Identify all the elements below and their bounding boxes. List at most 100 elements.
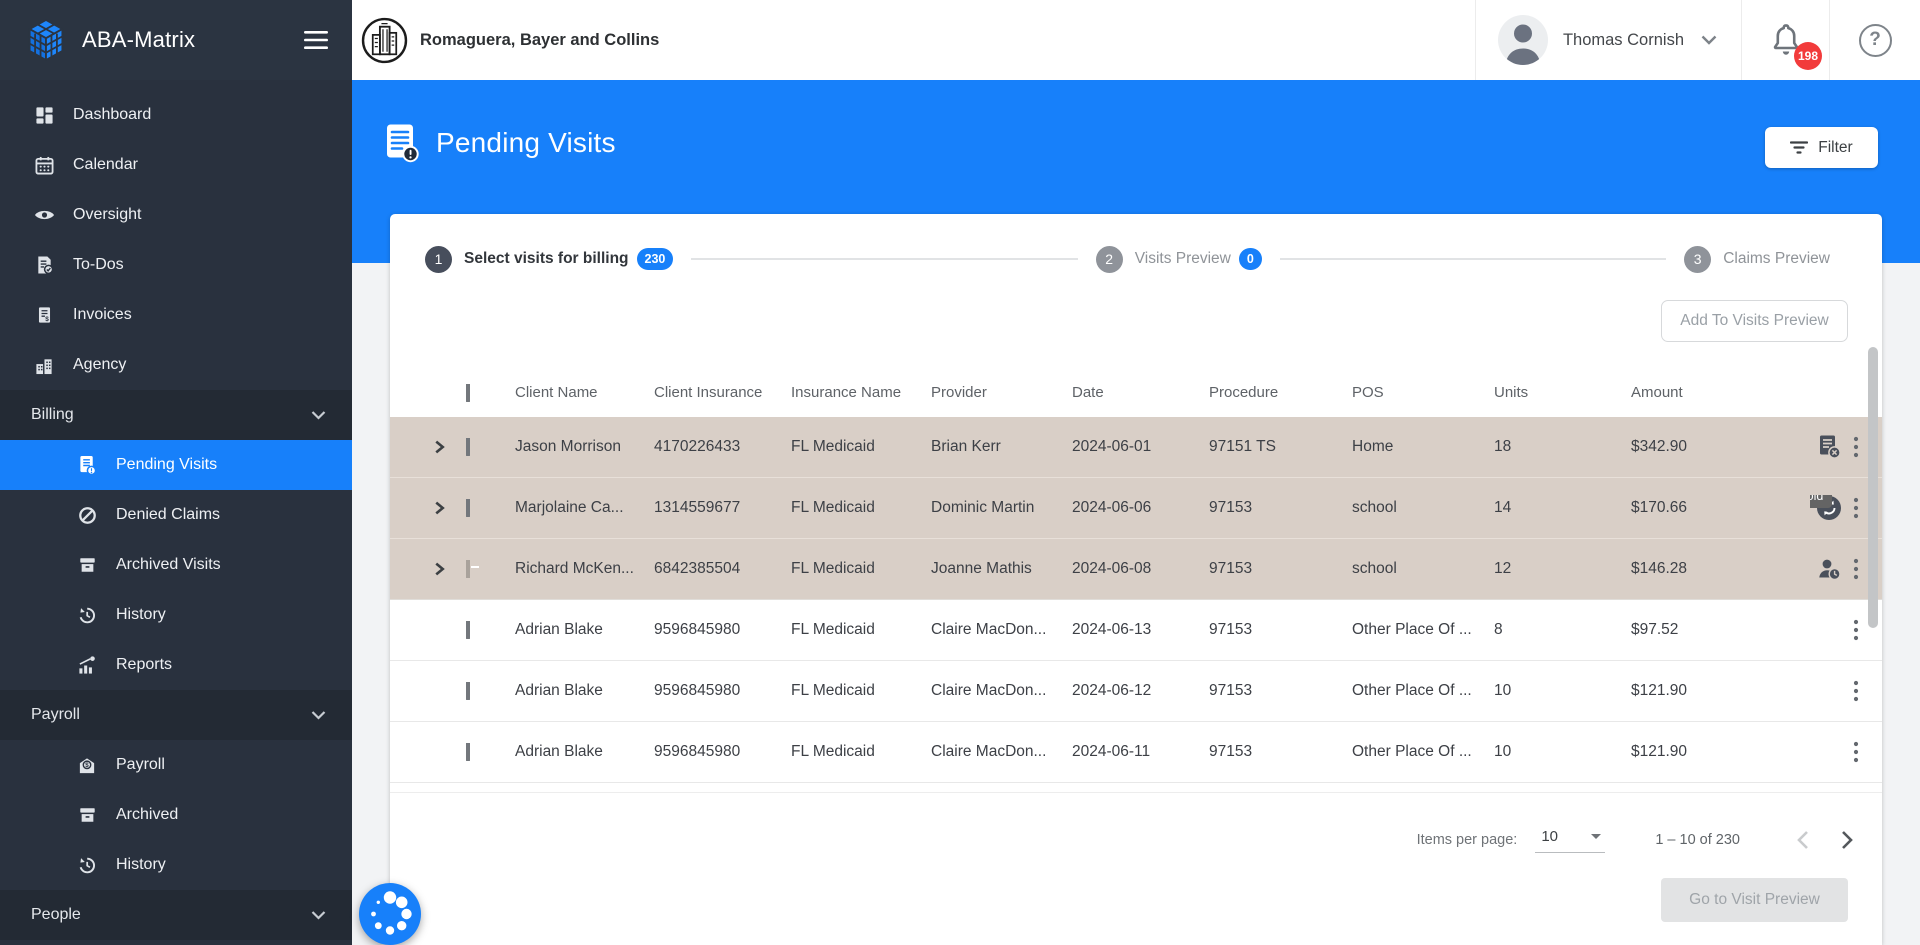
go-to-visit-preview-button[interactable]: Go to Visit Preview <box>1661 878 1848 922</box>
billing-stepper: 1 Select visits for billing230 2 Visits … <box>425 245 1830 273</box>
row-checkbox[interactable] <box>466 438 470 456</box>
sidebar-item-archived[interactable]: Archived <box>0 790 352 840</box>
sidebar-item-dashboard[interactable]: Dashboard <box>0 90 352 140</box>
cell-insurance-name: FL Medicaid <box>791 621 931 639</box>
row-checkbox[interactable] <box>466 743 470 761</box>
cell-client-insurance: 9596845980 <box>654 621 791 639</box>
kebab-menu-icon[interactable] <box>1852 618 1860 642</box>
cell-provider: Claire MacDon... <box>931 621 1072 639</box>
help-button[interactable]: ? <box>1830 24 1920 57</box>
next-page-button[interactable] <box>1840 830 1854 850</box>
add-to-visits-preview-button[interactable]: Add To Visits Preview <box>1661 300 1848 342</box>
sidebar-item-payroll[interactable]: Payroll <box>0 690 352 740</box>
sidebar-item-denied-claims[interactable]: Denied Claims <box>0 490 352 540</box>
sidebar-item-archived-visits[interactable]: Archived Visits <box>0 540 352 590</box>
sidebar-item-label: Billing <box>31 406 311 424</box>
stepper-step-visits-preview[interactable]: 2 Visits Preview0 <box>1096 246 1262 273</box>
cell-amount: $342.90 <box>1631 438 1810 456</box>
sidebar-item-label: Pending Visits <box>116 456 217 474</box>
cell-provider: Brian Kerr <box>931 438 1072 456</box>
kebab-menu-icon[interactable] <box>1852 740 1860 764</box>
sidebar-item-reports[interactable]: Reports <box>0 640 352 690</box>
sidebar-item-label: To-Dos <box>73 256 124 274</box>
kebab-menu-icon[interactable] <box>1852 557 1860 581</box>
provider-time-icon[interactable] <box>1817 557 1842 582</box>
cell-client-name: Jason Morrison <box>515 438 654 456</box>
cell-units: 10 <box>1494 743 1631 761</box>
sidebar-item-agency[interactable]: Agency <box>0 340 352 390</box>
cell-procedure: 97153 <box>1209 499 1352 517</box>
cell-units: 10 <box>1494 682 1631 700</box>
sidebar-item-calendar[interactable]: Calendar <box>0 140 352 190</box>
row-checkbox[interactable] <box>466 621 470 639</box>
sidebar-item-label: History <box>116 856 166 874</box>
cell-provider: Dominic Martin <box>931 499 1072 517</box>
sidebar-item-history[interactable]: History <box>0 590 352 640</box>
cell-client-insurance: 9596845980 <box>654 682 791 700</box>
column-header-procedure: Procedure <box>1209 384 1352 401</box>
spinner-dots-icon <box>359 883 421 945</box>
reports-icon <box>76 656 98 675</box>
cell-pos: school <box>1352 560 1494 578</box>
void-icon[interactable]: Void <box>1816 495 1842 521</box>
vertical-scrollbar[interactable] <box>1868 347 1878 628</box>
sidebar-item-invoices[interactable]: $Invoices <box>0 290 352 340</box>
stepper-step-claims-preview[interactable]: 3 Claims Preview <box>1684 246 1830 273</box>
cell-insurance-name: FL Medicaid <box>791 499 931 517</box>
sidebar-item-history[interactable]: History <box>0 840 352 890</box>
table-row: Adrian Blake9596845980FL MedicaidClaire … <box>390 661 1882 722</box>
chevron-down-icon <box>1701 35 1717 45</box>
filter-button[interactable]: Filter <box>1765 127 1878 168</box>
company-name: Romaguera, Bayer and Collins <box>420 31 1475 50</box>
user-menu[interactable]: Thomas Cornish <box>1476 15 1741 65</box>
table-header: Client NameClient InsuranceInsurance Nam… <box>390 368 1882 417</box>
step-label: Claims Preview <box>1723 250 1830 268</box>
sidebar-item-pending-visits[interactable]: Pending Visits <box>0 440 352 490</box>
expand-row-chevron-right-icon[interactable] <box>433 562 466 576</box>
avatar <box>1498 15 1548 65</box>
table-row: Jason Morrison4170226433FL MedicaidBrian… <box>390 417 1882 478</box>
history-icon <box>76 856 98 875</box>
cell-provider: Claire MacDon... <box>931 682 1072 700</box>
cell-insurance-name: FL Medicaid <box>791 560 931 578</box>
row-checkbox[interactable] <box>466 499 470 517</box>
notifications-button[interactable]: 198 <box>1742 23 1829 57</box>
cell-procedure: 97153 <box>1209 621 1352 639</box>
calendar-icon <box>33 156 55 175</box>
help-icon: ? <box>1859 24 1892 57</box>
sidebar-item-billing[interactable]: Billing <box>0 390 352 440</box>
cell-checkbox <box>466 621 515 639</box>
topbar-right: Thomas Cornish 198 ? <box>1475 0 1920 80</box>
column-header-insurance-name: Insurance Name <box>791 384 931 401</box>
row-checkbox[interactable] <box>466 682 470 700</box>
chevron-down-icon <box>311 411 326 420</box>
select-all-checkbox[interactable] <box>466 384 470 402</box>
expand-row-chevron-right-icon[interactable] <box>433 501 466 515</box>
expand-row-chevron-right-icon[interactable] <box>433 440 466 454</box>
hamburger-menu-icon[interactable] <box>304 31 328 49</box>
cell-pos: Other Place Of ... <box>1352 621 1494 639</box>
svg-text:$: $ <box>85 762 89 769</box>
column-header-client-insurance: Client Insurance <box>654 384 791 401</box>
denied-claims-icon <box>76 506 98 525</box>
row-checkbox[interactable] <box>466 560 470 578</box>
sidebar-item-people[interactable]: People <box>0 890 352 940</box>
kebab-menu-icon[interactable] <box>1852 496 1860 520</box>
sidebar-logo-row: ABA-Matrix <box>0 0 352 80</box>
table-body: Jason Morrison4170226433FL MedicaidBrian… <box>390 417 1882 793</box>
table-row: Adrian Blake9596845980FL MedicaidClaire … <box>390 722 1882 783</box>
previous-page-button[interactable] <box>1796 830 1810 850</box>
kebab-menu-icon[interactable] <box>1852 679 1860 703</box>
page-size-select[interactable]: 10 <box>1535 828 1605 853</box>
cell-checkbox <box>466 499 515 517</box>
cell-client-name: Adrian Blake <box>515 682 654 700</box>
kebab-menu-icon[interactable] <box>1852 435 1860 459</box>
stepper-step-select-visits-for-billing[interactable]: 1 Select visits for billing230 <box>425 246 673 273</box>
sidebar-item-oversight[interactable]: Oversight <box>0 190 352 240</box>
void-document-icon[interactable] <box>1817 434 1842 460</box>
sidebar-item-payroll[interactable]: $Payroll <box>0 740 352 790</box>
payroll-icon: $ <box>76 756 98 775</box>
cell-pos: Other Place Of ... <box>1352 743 1494 761</box>
sidebar-item-to-dos[interactable]: To-Dos <box>0 240 352 290</box>
floating-widget-button[interactable] <box>359 883 421 945</box>
